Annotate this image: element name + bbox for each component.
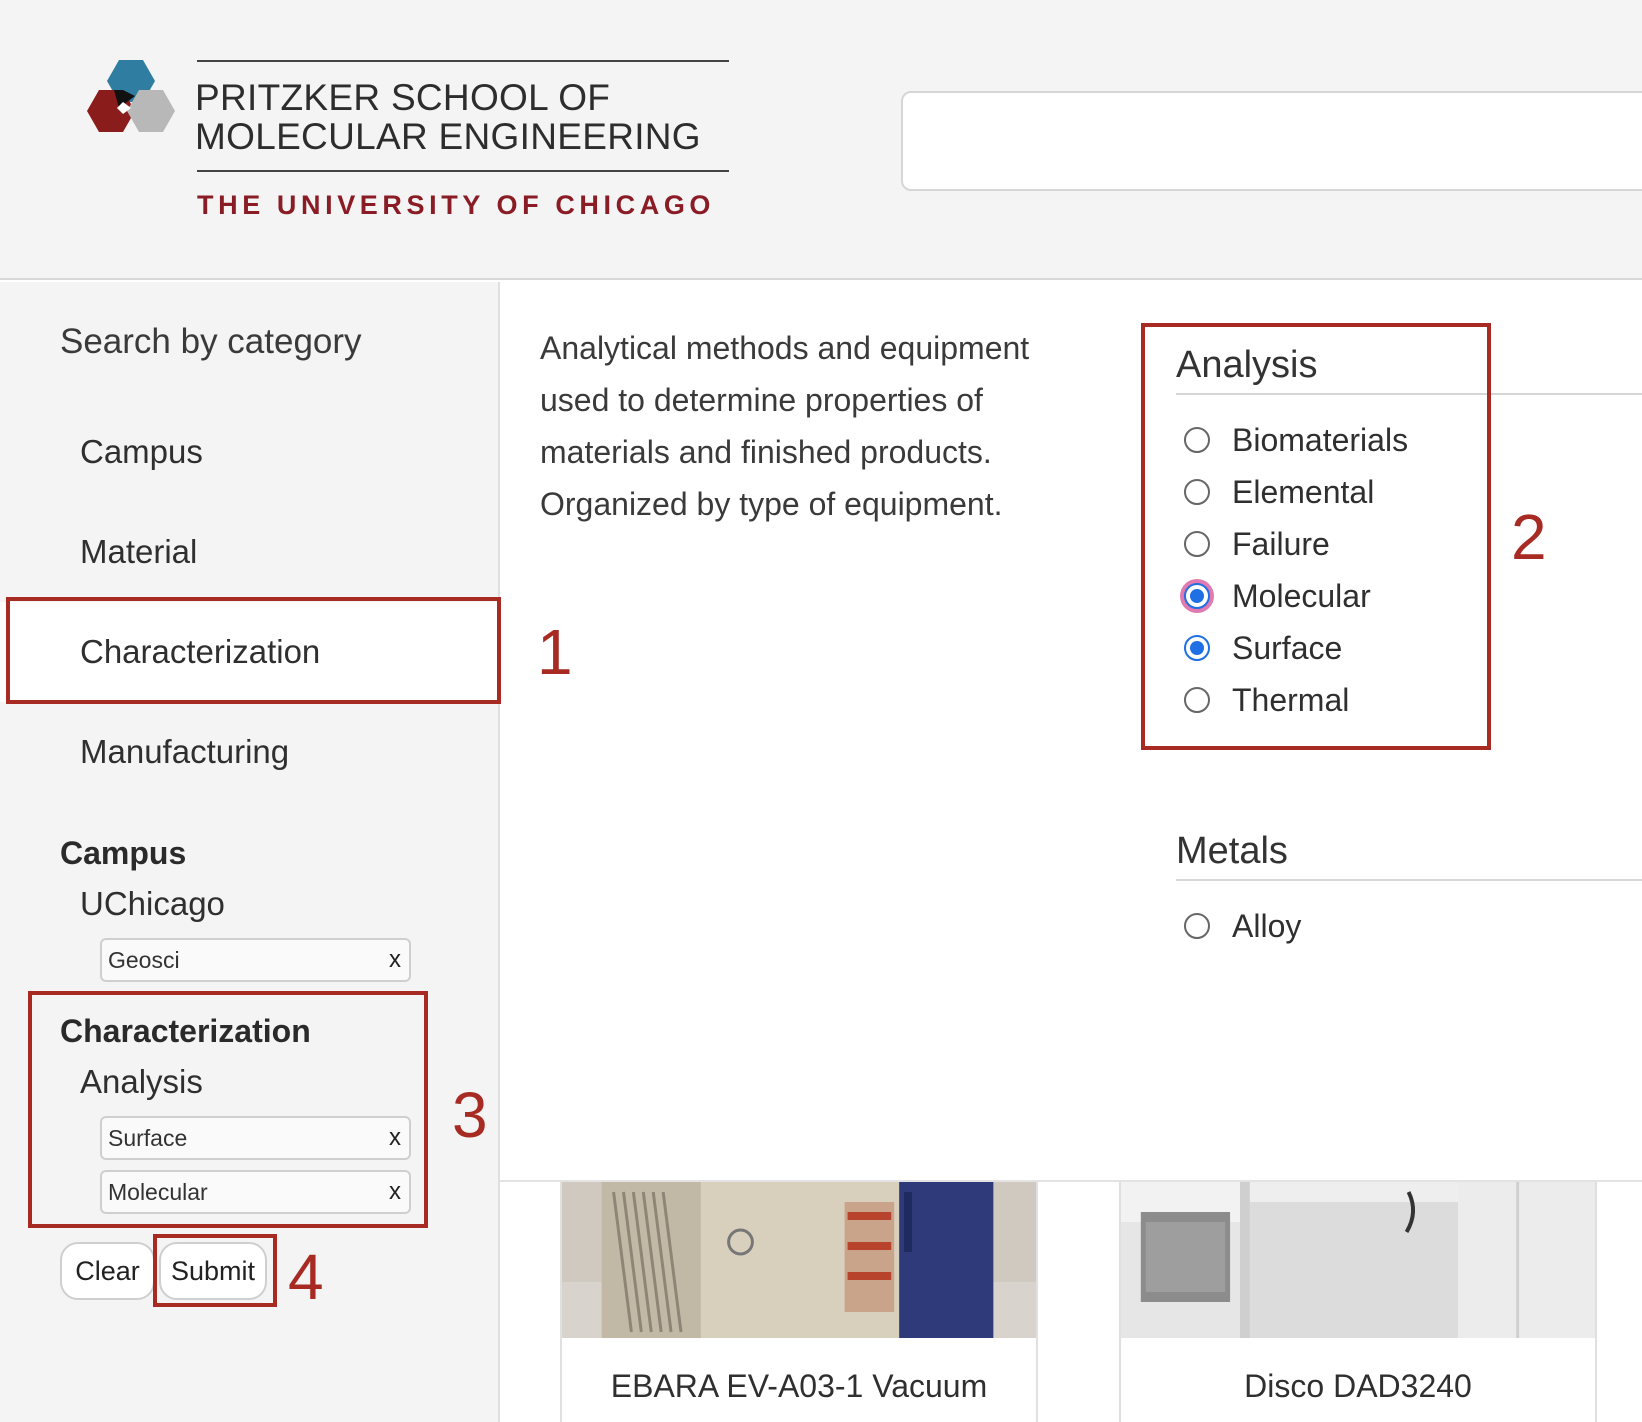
annotation-box-4 <box>153 1234 277 1307</box>
equipment-card[interactable]: EBARA EV-A03-1 Vacuum <box>560 1182 1038 1422</box>
radio-button[interactable] <box>1184 913 1210 939</box>
logo-rule-bottom <box>197 170 729 172</box>
equipment-card[interactable]: Disco DAD3240 <box>1119 1182 1597 1422</box>
selected-subgroup-uchicago: UChicago <box>80 885 225 922</box>
sidebar-item-manufacturing[interactable]: Manufacturing <box>0 702 498 802</box>
search-input[interactable] <box>901 91 1642 191</box>
logo-subtitle: THE UNIVERSITY OF CHICAGO <box>197 190 716 220</box>
card-title[interactable]: EBARA EV-A03-1 Vacuum <box>562 1367 1036 1405</box>
clear-button[interactable]: Clear <box>60 1242 155 1300</box>
selected-group-title-campus: Campus <box>60 835 187 871</box>
hexagon-logo-icon[interactable] <box>62 60 192 175</box>
logo-rule-top <box>197 60 729 62</box>
sidebar-item-campus[interactable]: Campus <box>0 402 498 502</box>
annotation-number-1: 1 <box>537 616 573 688</box>
radio-label: Alloy <box>1232 908 1302 944</box>
sidebar-item-material[interactable]: Material <box>0 502 498 602</box>
category-description: Analytical methods and equipment used to… <box>540 330 1030 522</box>
chip-remove-button[interactable]: x <box>389 940 401 980</box>
annotation-box-2 <box>1141 323 1491 750</box>
site-header: PRITZKER SCHOOL OF MOLECULAR ENGINEERING… <box>0 0 1642 280</box>
annotation-box-1 <box>6 597 501 704</box>
dicing-saw-photo[interactable] <box>1121 1182 1595 1338</box>
facet-rule <box>1176 879 1642 881</box>
chip-label: Geosci <box>108 947 180 973</box>
vacuum-pump-photo[interactable] <box>562 1182 1036 1338</box>
annotation-number-2: 2 <box>1511 501 1547 573</box>
card-title[interactable]: Disco DAD3240 <box>1121 1367 1595 1405</box>
logo-title-line2: MOLECULAR ENGINEERING <box>195 116 701 157</box>
annotation-number-4: 4 <box>288 1241 324 1313</box>
sidebar-heading: Search by category <box>60 322 362 361</box>
logo-title[interactable]: PRITZKER SCHOOL OF MOLECULAR ENGINEERING <box>195 78 701 156</box>
annotation-number-3: 3 <box>452 1079 488 1151</box>
annotation-box-3 <box>28 991 428 1228</box>
logo-title-line1: PRITZKER SCHOOL OF <box>195 77 611 118</box>
facet-title-metals: Metals <box>1176 830 1288 872</box>
filter-chip-geosci: Geosci x <box>100 938 411 982</box>
